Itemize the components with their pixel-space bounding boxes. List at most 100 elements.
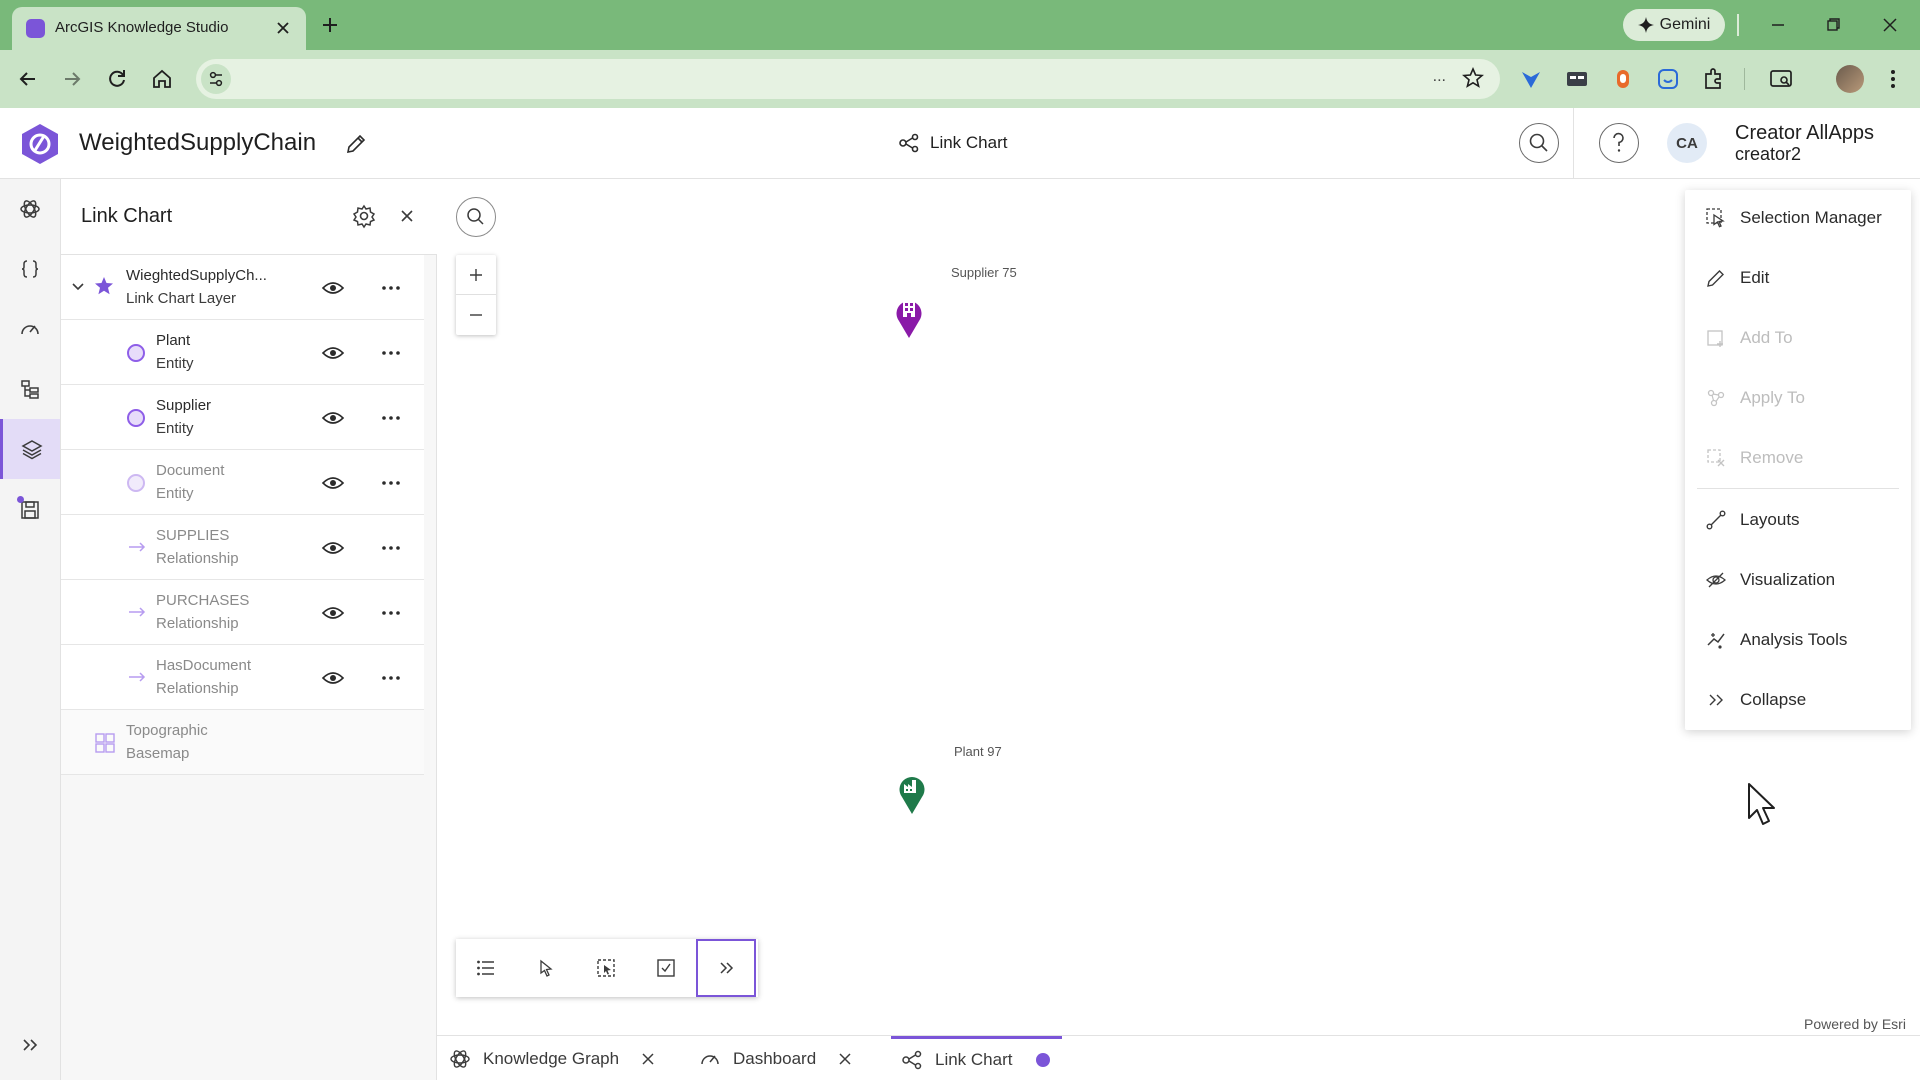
tab-dashboard[interactable]: Dashboard (699, 1036, 854, 1080)
gemini-button[interactable]: Gemini (1623, 9, 1725, 41)
chevrons-right-icon (720, 962, 734, 974)
map-search-button[interactable] (456, 197, 496, 237)
extension-arrow-icon[interactable] (1518, 66, 1544, 92)
menu-item-collapse[interactable]: Collapse (1685, 676, 1911, 724)
selection-manager-tool-button[interactable] (576, 939, 636, 997)
rail-knowledge-graph-button[interactable] (0, 179, 60, 239)
eye-icon[interactable] (321, 276, 345, 300)
new-tab-plus-icon[interactable] (318, 13, 342, 37)
user-username: creator2 (1735, 144, 1802, 164)
menu-item-analysis-tools[interactable]: Analysis Tools (1685, 616, 1911, 664)
rail-layers-button[interactable] (0, 419, 60, 479)
header-link-chart-tab[interactable]: Link Chart (898, 132, 1007, 154)
menu-item-selection-manager[interactable]: Selection Manager (1685, 194, 1911, 242)
eye-icon[interactable] (321, 536, 345, 560)
menu-item-visualization[interactable]: Visualization (1685, 556, 1911, 604)
zoom-in-button[interactable] (456, 255, 496, 295)
chevrons-right-icon[interactable] (16, 1031, 44, 1059)
more-vert-icon[interactable] (1880, 66, 1906, 92)
basemap-name: Topographic (126, 722, 208, 739)
plant-node-factory-icon[interactable] (897, 771, 927, 815)
zoom-out-button[interactable] (456, 295, 496, 335)
rail-hierarchy-button[interactable] (0, 359, 60, 419)
browser-tab-strip: ArcGIS Knowledge Studio Gemini (0, 0, 1920, 50)
clear-selection-tool-button[interactable] (636, 939, 696, 997)
close-icon[interactable] (396, 205, 418, 227)
help-button[interactable] (1599, 123, 1639, 163)
eye-icon[interactable] (321, 471, 345, 495)
link-chart-icon (899, 133, 919, 153)
eye-icon[interactable] (321, 666, 345, 690)
more-horizontal-icon[interactable] (379, 666, 403, 690)
eye-icon[interactable] (321, 601, 345, 625)
menu-item-layouts[interactable]: Layouts (1685, 496, 1911, 544)
menu-label: Layouts (1740, 510, 1800, 529)
rail-save-button[interactable] (0, 479, 60, 539)
home-icon[interactable] (147, 64, 177, 94)
layer-row-basemap[interactable]: Topographic Basemap (61, 710, 424, 775)
more-horizontal-icon[interactable] (379, 341, 403, 365)
extension-chat-icon[interactable] (1655, 66, 1681, 92)
tab-link-chart[interactable]: Link Chart (891, 1036, 1063, 1080)
box-check-icon (657, 959, 675, 977)
extensions-icon[interactable] (1700, 66, 1726, 92)
sparkle-icon (1637, 17, 1654, 33)
knowledge-studio-logo-icon[interactable] (20, 123, 60, 165)
eye-icon[interactable] (321, 406, 345, 430)
atom-icon (20, 200, 40, 218)
rail-query-button[interactable] (0, 239, 60, 299)
reload-icon[interactable] (102, 64, 132, 94)
layer-row-plant[interactable]: Plant Entity (61, 320, 424, 385)
edit-title-pencil-icon[interactable] (344, 132, 368, 156)
basemap-type: Basemap (126, 745, 190, 762)
close-window-icon[interactable] (1877, 12, 1903, 38)
selection-box-icon (597, 959, 615, 977)
tab-knowledge-graph[interactable]: Knowledge Graph (449, 1036, 657, 1080)
layer-type: Entity (156, 485, 194, 502)
rail-dashboard-button[interactable] (0, 299, 60, 359)
more-horizontal-icon[interactable] (379, 276, 403, 300)
eye-icon[interactable] (321, 341, 345, 365)
save-icon (17, 496, 39, 519)
gear-icon[interactable] (351, 203, 377, 229)
menu-item-edit[interactable]: Edit (1685, 254, 1911, 302)
close-icon[interactable] (836, 1050, 854, 1068)
link-chart-tools-menu: Selection Manager Edit Add To Apply To R… (1685, 190, 1911, 730)
expand-toolbar-button[interactable] (696, 939, 756, 997)
address-input[interactable]: ... (196, 59, 1500, 99)
user-avatar[interactable]: CA (1667, 123, 1707, 163)
more-horizontal-icon[interactable] (379, 406, 403, 430)
list-view-button[interactable] (456, 939, 516, 997)
select-tool-button[interactable] (516, 939, 576, 997)
layer-row-hasdocument[interactable]: HasDocument Relationship (61, 645, 424, 710)
close-tab-icon[interactable] (272, 17, 294, 39)
layer-row-supplier[interactable]: Supplier Entity (61, 385, 424, 450)
menu-item-apply-to: Apply To (1685, 374, 1911, 422)
layer-row-document[interactable]: Document Entity (61, 450, 424, 515)
global-search-button[interactable] (1519, 123, 1559, 163)
back-icon[interactable] (13, 64, 43, 94)
more-horizontal-icon[interactable] (379, 601, 403, 625)
more-horizontal-icon[interactable] (379, 471, 403, 495)
layer-row-supplies[interactable]: SUPPLIES Relationship (61, 515, 424, 580)
unsaved-indicator (1036, 1053, 1051, 1067)
tab-label: Knowledge Graph (483, 1048, 620, 1068)
layer-row-purchases[interactable]: PURCHASES Relationship (61, 580, 424, 645)
browser-profile-avatar[interactable] (1836, 65, 1864, 93)
browser-tab[interactable]: ArcGIS Knowledge Studio (12, 7, 306, 50)
star-icon[interactable] (1462, 67, 1484, 89)
layer-group-row[interactable]: WieghtedSupplyCh... Link Chart Layer (61, 255, 424, 320)
extension-card-icon[interactable] (1564, 66, 1590, 92)
panel-title: Link Chart (81, 205, 173, 227)
supplier-node-building-icon[interactable] (894, 295, 924, 339)
close-icon[interactable] (639, 1050, 657, 1068)
forward-icon[interactable] (57, 64, 87, 94)
extension-orange-icon[interactable] (1610, 66, 1636, 92)
chevron-down-icon[interactable] (71, 279, 85, 293)
minimize-icon[interactable] (1765, 12, 1791, 38)
more-horizontal-icon[interactable] (379, 536, 403, 560)
app-header: WeightedSupplyChain Link Chart CA Creato… (0, 108, 1920, 179)
cast-icon[interactable] (1768, 66, 1794, 92)
restore-icon[interactable] (1820, 12, 1846, 38)
site-info-icon[interactable] (201, 64, 231, 94)
